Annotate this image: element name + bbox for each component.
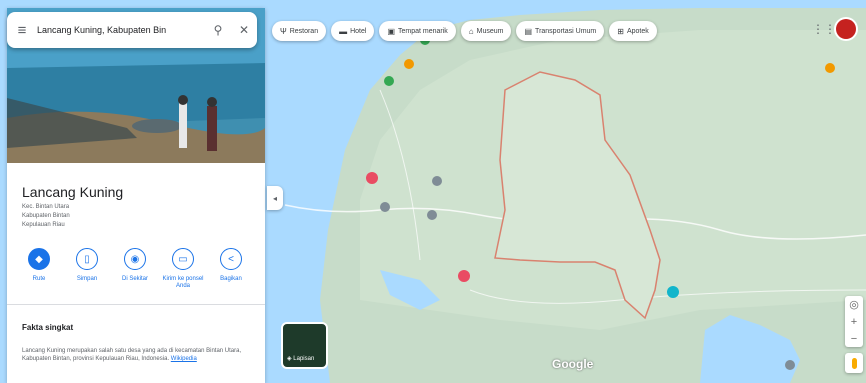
collapse-panel-button[interactable]: ◂ <box>267 186 283 210</box>
action-label: Rute <box>32 276 46 282</box>
attraction-icon: ▣ <box>387 26 395 36</box>
category-chips: Ψ Restoran ▬ Hotel ▣ Tempat menarik ⌂ Mu… <box>272 21 657 41</box>
address-line: Kabupaten Bintan <box>22 213 70 219</box>
facts-text: Lancang Kuning merupakan salah satu desa… <box>22 347 262 363</box>
museum-icon: ⌂ <box>468 26 474 36</box>
hotel-icon: ▬ <box>339 26 348 36</box>
action-label: Di Sekitar <box>121 276 148 282</box>
phone-icon: ▭ <box>172 248 194 270</box>
save-button[interactable]: ▯ Simpan <box>63 248 111 290</box>
save-icon: ▯ <box>76 248 98 270</box>
chip-label: Tempat menarik <box>398 27 448 35</box>
pharmacy-icon: ⊞ <box>617 26 624 36</box>
chip-label: Transportasi Umum <box>535 27 597 35</box>
search-icon[interactable]: ⚲ <box>205 23 231 37</box>
layers-label: ◈ Lapisan <box>287 355 314 362</box>
chip-transit[interactable]: ▤ Transportasi Umum <box>516 21 605 41</box>
apps-grid-icon[interactable]: ⋮⋮ <box>812 22 836 36</box>
nearby-button[interactable]: ◉ Di Sekitar <box>111 248 159 290</box>
action-row: ◆ Rute ▯ Simpan ◉ Di Sekitar ▭ Kirim ke … <box>15 248 265 290</box>
action-label: Simpan <box>76 276 98 282</box>
search-input[interactable]: Lancang Kuning, Kabupaten Bin <box>37 25 205 35</box>
directions-icon: ◆ <box>28 248 50 270</box>
send-to-phone-button[interactable]: ▭ Kirim ke ponsel Anda <box>159 248 207 290</box>
chip-label: Hotel <box>350 27 367 35</box>
restaurant-icon: Ψ <box>280 26 287 36</box>
layers-text: Lapisan <box>293 356 315 362</box>
layers-button[interactable]: ◈ Lapisan <box>281 322 328 369</box>
transit-icon: ▤ <box>524 26 533 36</box>
place-address: Kec. Bintan Utara Kabupaten Bintan Kepul… <box>22 203 70 230</box>
place-panel: Lancang Kuning Kec. Bintan Utara Kabupat… <box>7 8 265 383</box>
street-view-pegman[interactable] <box>845 353 863 373</box>
chip-attraction[interactable]: ▣ Tempat menarik <box>379 21 456 41</box>
place-title: Lancang Kuning <box>22 184 124 200</box>
avatar[interactable] <box>836 19 856 39</box>
search-box: ≡ Lancang Kuning, Kabupaten Bin ⚲ ✕ <box>7 12 257 48</box>
chip-restaurant[interactable]: Ψ Restoran <box>272 21 327 41</box>
directions-button[interactable]: ◆ Rute <box>15 248 63 290</box>
google-logo: Google <box>552 357 594 371</box>
address-line: Kec. Bintan Utara <box>22 204 70 210</box>
close-icon[interactable]: ✕ <box>231 23 257 37</box>
facts-heading: Fakta singkat <box>22 323 74 332</box>
locate-icon[interactable]: ◎ <box>845 296 863 313</box>
wikipedia-link[interactable]: Wikipedia <box>171 356 197 362</box>
action-label: Bagikan <box>220 276 242 282</box>
zoom-out-button[interactable]: − <box>845 330 863 347</box>
facts-body: Lancang Kuning merupakan salah satu desa… <box>22 348 242 362</box>
address-line: Kepulauan Riau <box>22 222 65 228</box>
divider <box>7 304 265 305</box>
share-button[interactable]: < Bagikan <box>207 248 255 290</box>
zoom-in-button[interactable]: + <box>845 313 863 330</box>
pegman-icon <box>851 357 857 369</box>
chip-museum[interactable]: ⌂ Museum <box>460 21 512 41</box>
zoom-controls: ◎ + − <box>845 296 863 347</box>
chip-pharmacy[interactable]: ⊞ Apotek <box>609 21 657 41</box>
chip-label: Museum <box>476 27 504 35</box>
layers-icon: ◈ <box>287 356 292 362</box>
chevron-left-icon: ◂ <box>272 193 277 203</box>
menu-icon[interactable]: ≡ <box>7 22 37 39</box>
chip-hotel[interactable]: ▬ Hotel <box>331 21 375 41</box>
share-icon: < <box>220 248 242 270</box>
chip-label: Restoran <box>289 27 319 35</box>
action-label: Kirim ke ponsel Anda <box>162 276 204 289</box>
nearby-icon: ◉ <box>124 248 146 270</box>
chip-label: Apotek <box>626 27 649 35</box>
